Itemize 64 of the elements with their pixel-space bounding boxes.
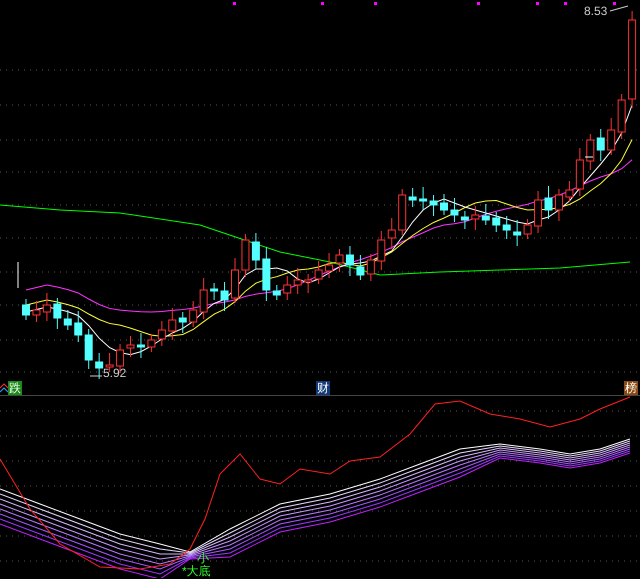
signal-tag: 跌 bbox=[8, 380, 22, 394]
candlestick bbox=[544, 186, 552, 220]
candlestick bbox=[64, 310, 72, 330]
candlestick bbox=[304, 274, 312, 294]
candlestick bbox=[513, 220, 522, 246]
candlestick bbox=[252, 232, 260, 270]
candlestick bbox=[168, 308, 176, 340]
candlestick bbox=[231, 258, 239, 304]
high-price-label: 8.53 bbox=[584, 4, 608, 18]
candlestick bbox=[554, 188, 563, 222]
signal-tag: 榜 bbox=[624, 380, 638, 394]
candlestick bbox=[22, 298, 30, 320]
candlestick bbox=[388, 218, 396, 250]
candlestick bbox=[492, 212, 500, 232]
candlestick bbox=[294, 268, 302, 294]
candlestick bbox=[158, 320, 166, 346]
candlestick bbox=[42, 292, 51, 322]
candlestick bbox=[53, 298, 62, 330]
candlestick bbox=[502, 216, 511, 240]
candlestick bbox=[200, 278, 208, 320]
candlestick bbox=[32, 300, 40, 322]
candlestick bbox=[325, 252, 334, 278]
candlestick bbox=[377, 230, 386, 270]
signal-label: *大底 bbox=[182, 564, 211, 578]
candlestick bbox=[314, 260, 323, 284]
candlestick bbox=[346, 246, 354, 276]
candlestick bbox=[356, 254, 364, 280]
candlestick bbox=[576, 148, 584, 196]
candlestick bbox=[366, 254, 375, 282]
candlestick bbox=[220, 282, 229, 312]
candlestick bbox=[430, 194, 438, 216]
candlestick bbox=[471, 206, 480, 230]
candlestick bbox=[84, 328, 93, 370]
candlestick bbox=[95, 352, 104, 380]
candlestick bbox=[419, 186, 428, 210]
candlestick bbox=[147, 334, 156, 352]
candlestick bbox=[618, 94, 626, 140]
candlestick bbox=[210, 282, 218, 300]
low-price-label: 5.92 bbox=[103, 366, 126, 380]
candlestick bbox=[262, 246, 270, 302]
candlestick bbox=[272, 284, 281, 300]
candlestick bbox=[534, 190, 542, 234]
candlestick bbox=[482, 204, 490, 226]
candlestick bbox=[336, 248, 344, 272]
candlestick bbox=[440, 194, 448, 216]
candlestick bbox=[586, 134, 594, 170]
candlestick bbox=[189, 300, 198, 328]
candlestick bbox=[136, 332, 145, 358]
candlestick bbox=[524, 218, 532, 240]
candlestick bbox=[126, 336, 134, 358]
candlestick bbox=[565, 180, 574, 202]
candlestick bbox=[408, 188, 417, 208]
candlestick bbox=[283, 276, 292, 300]
signal-tag: 财 bbox=[316, 380, 330, 394]
price-line bbox=[584, 156, 594, 158]
candlestick bbox=[607, 118, 616, 156]
candlestick bbox=[178, 312, 187, 334]
candlestick bbox=[241, 234, 250, 278]
up-arrows-icon bbox=[0, 382, 8, 392]
candlestick bbox=[596, 128, 605, 162]
candlestick bbox=[460, 210, 469, 230]
candlestick bbox=[398, 188, 406, 236]
candlestick bbox=[450, 198, 458, 222]
candlestick bbox=[74, 310, 82, 342]
